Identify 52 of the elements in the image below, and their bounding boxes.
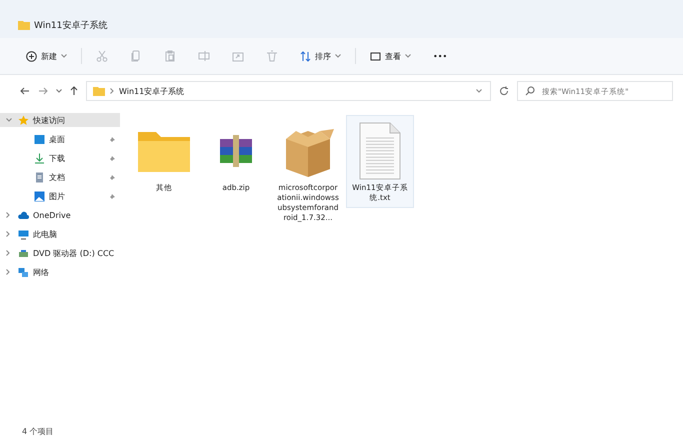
item-count: 4 个项目 <box>22 426 54 436</box>
refresh-icon[interactable] <box>499 86 509 96</box>
chevron-down-icon <box>476 89 482 93</box>
chevron-down-icon <box>6 118 12 122</box>
sidebar-item[interactable]: OneDrive <box>0 208 120 222</box>
cloud-icon <box>18 210 29 220</box>
up-arrow-icon[interactable] <box>70 86 78 96</box>
rename-icon <box>198 50 210 62</box>
chevron-right-icon <box>6 250 10 256</box>
more-button[interactable]: ••• <box>425 48 456 64</box>
star-icon <box>18 114 29 126</box>
sidebar-item[interactable]: 快速访问 <box>0 113 120 127</box>
trash-icon <box>266 50 278 62</box>
network-icon <box>18 266 29 278</box>
share-icon <box>232 50 244 62</box>
copy-icon <box>130 50 142 62</box>
new-button[interactable]: 新建 <box>18 46 75 66</box>
chevron-down-icon[interactable] <box>56 89 62 93</box>
sidebar-item[interactable]: 桌面 <box>0 132 120 146</box>
chevron-right-icon <box>6 231 10 237</box>
monitor-icon <box>34 134 45 144</box>
view-button[interactable]: 查看 <box>362 46 419 66</box>
sidebar-item[interactable]: 图片 <box>0 189 120 203</box>
scissors-icon <box>96 50 108 62</box>
window-title: Win11安卓子系统 <box>34 20 108 32</box>
back-arrow-icon[interactable] <box>20 87 30 95</box>
plus-circle-icon <box>26 50 37 62</box>
folder-icon <box>93 86 105 96</box>
chevron-down-icon <box>61 54 67 58</box>
document-icon <box>34 172 45 182</box>
rectangle-icon <box>370 50 381 62</box>
sidebar-item[interactable]: 网络 <box>0 265 120 279</box>
forward-arrow-icon[interactable] <box>38 87 48 95</box>
disc-drive-icon <box>18 248 29 258</box>
folder-icon <box>18 20 30 30</box>
chevron-right-icon <box>6 269 10 275</box>
chevron-down-icon <box>405 54 411 58</box>
computer-icon <box>18 228 29 240</box>
text-document-icon <box>358 122 402 180</box>
chevron-right-icon <box>110 88 114 94</box>
sidebar-item[interactable]: 此电脑 <box>0 227 120 241</box>
chevron-right-icon <box>6 212 10 218</box>
address-bar[interactable]: Win11安卓子系统 <box>86 81 491 101</box>
chevron-down-icon <box>335 54 341 58</box>
sort-button[interactable]: 排序 <box>292 46 349 66</box>
clipboard-icon <box>164 50 176 62</box>
picture-icon <box>34 190 45 202</box>
sidebar-item[interactable]: 下载 <box>0 151 120 165</box>
sort-arrows-icon <box>300 50 311 62</box>
sidebar-item[interactable]: 文档 <box>0 170 120 184</box>
download-icon <box>34 152 45 164</box>
sidebar-item[interactable]: DVD 驱动器 (D:) CCC <box>0 246 120 260</box>
